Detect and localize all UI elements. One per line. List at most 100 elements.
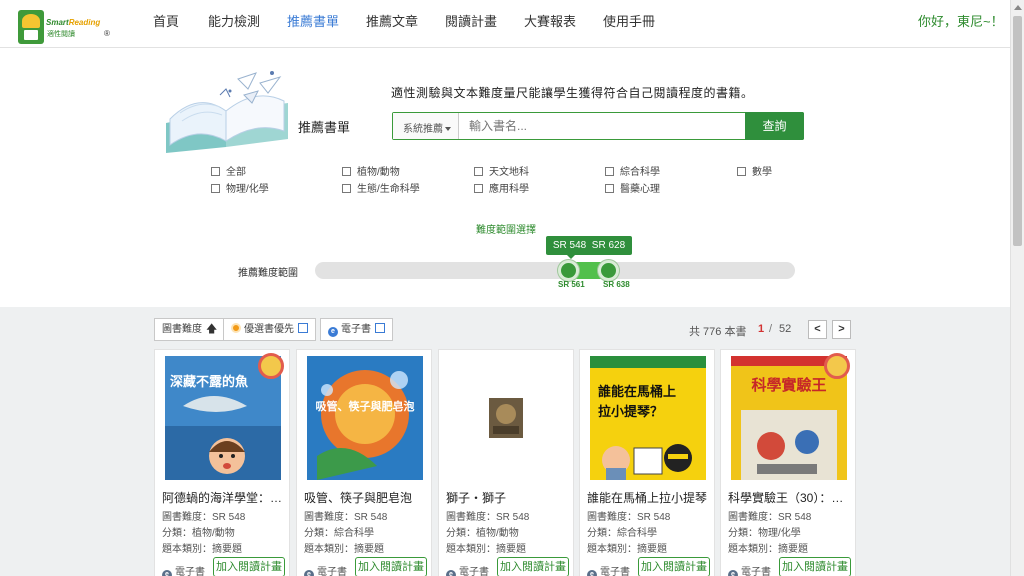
range-handle-low[interactable] — [558, 260, 579, 281]
nav-item-contest-report[interactable]: 大賽報表 — [524, 11, 576, 30]
top-nav: SmartReading 適性閱讀 ® 首頁 能力檢測 推薦書單 推薦文章 閱讀… — [0, 0, 1010, 48]
add-to-reading-plan-button[interactable]: 加入閱讀計畫 — [779, 557, 851, 576]
range-low-value: SR 561 — [558, 280, 585, 289]
scroll-up-icon[interactable] — [1014, 5, 1022, 10]
category-general-science-checkbox[interactable]: 綜合科學 — [605, 163, 660, 178]
checkbox-icon[interactable] — [211, 184, 220, 193]
category-applied-science-checkbox[interactable]: 應用科學 — [474, 180, 529, 195]
logo-mark-icon — [18, 10, 44, 44]
book-title[interactable]: 獅子・獅子 — [446, 489, 570, 506]
total-pages: 52 — [779, 323, 792, 335]
cover-title-text: 吸管、筷子與肥皂泡 — [316, 399, 415, 413]
chevron-down-icon — [445, 127, 451, 132]
logo-registered-mark: ® — [104, 29, 110, 38]
category-ecology-life-science-checkbox[interactable]: 生態/生命科學 — [342, 180, 420, 195]
nav-item-reading-plan[interactable]: 閱讀計畫 — [445, 11, 497, 30]
book-title[interactable]: 誰能在馬桶上拉小提琴 — [587, 489, 711, 506]
ebook-icon: e — [162, 570, 172, 576]
checkbox-icon[interactable] — [375, 323, 385, 333]
book-question-type: 題本類別：摘要題 — [587, 544, 667, 555]
book-cover-image[interactable]: 誰能在馬桶上拉小提琴？ — [590, 356, 706, 480]
user-greeting[interactable]: 你好，東尼~！ — [918, 11, 1004, 30]
cover-title-text: 深藏不露的魚 — [170, 374, 248, 390]
search-bar: 系統推薦 查詢 — [392, 112, 804, 140]
book-card[interactable]: 深藏不露的魚 阿德蝸的海洋學堂：躲藏不露的魚 圖書難度：SR 548 分類：植物… — [154, 349, 290, 576]
add-to-reading-plan-button[interactable]: 加入閱讀計畫 — [355, 557, 427, 576]
checkbox-icon[interactable] — [211, 167, 220, 176]
book-results-section: 圖書難度 🡅 優選書優先 e 電子書 共 776 本書 1 / 52 < > 深藏不… — [0, 307, 1010, 576]
book-difficulty: 圖書難度：SR 548 — [162, 512, 246, 523]
checkbox-icon[interactable] — [737, 167, 746, 176]
category-medicine-psychology-checkbox[interactable]: 醫藥心理 — [605, 180, 660, 195]
checkbox-icon[interactable] — [342, 167, 351, 176]
book-question-type: 題本類別：摘要題 — [446, 544, 526, 555]
range-tooltip: SR 548 SR 628 — [546, 236, 632, 259]
book-count: 共 776 本書 — [689, 326, 747, 338]
checkbox-icon[interactable] — [474, 184, 483, 193]
book-difficulty: 圖書難度：SR 548 — [728, 512, 812, 523]
category-physics-chemistry-checkbox[interactable]: 物理/化學 — [211, 180, 269, 195]
book-category: 分類：植物/動物 — [446, 528, 519, 539]
current-page: 1 — [758, 323, 765, 335]
nav-item-recommended-articles[interactable]: 推薦文章 — [366, 11, 418, 30]
book-card[interactable]: 科學實驗王 科學實驗王（30）：電磁與磁浮 圖書難度：SR 548 分類：物理/… — [720, 349, 856, 576]
scrollbar-thumb[interactable] — [1013, 16, 1022, 246]
difficulty-range-slider[interactable] — [315, 260, 795, 281]
ebook-icon: e — [728, 570, 738, 576]
book-question-type: 題本類別：摘要題 — [162, 544, 242, 555]
logo-subtitle: 適性閱讀 — [47, 31, 75, 38]
add-to-reading-plan-button[interactable]: 加入閱讀計畫 — [213, 557, 285, 576]
book-title-search-input[interactable] — [461, 115, 741, 137]
category-plants-animals-checkbox[interactable]: 植物/動物 — [342, 163, 400, 178]
ebook-icon: e — [587, 570, 597, 576]
checkbox-icon[interactable] — [342, 184, 351, 193]
book-question-type: 題本類別：摘要題 — [304, 544, 384, 555]
cover-title-text: 科學實驗王 — [751, 376, 826, 394]
nav-item-home[interactable]: 首頁 — [153, 11, 179, 30]
book-cover-image[interactable] — [449, 356, 565, 480]
ebook-tag: e 電子書 — [728, 563, 771, 576]
sort-by-difficulty-button[interactable]: 圖書難度 🡅 — [154, 318, 226, 341]
ebook-icon: e — [328, 327, 338, 337]
book-card[interactable]: 誰能在馬桶上拉小提琴？ 誰能在馬桶上拉小提琴 圖書難度：SR 548 分類：綜合… — [579, 349, 715, 576]
logo-name: SmartReading — [46, 18, 101, 27]
category-math-checkbox[interactable]: 數學 — [737, 163, 772, 178]
priority-badge-icon — [231, 323, 241, 333]
range-handle-high[interactable] — [598, 260, 619, 281]
site-logo[interactable]: SmartReading 適性閱讀 ® — [18, 8, 114, 48]
ebook-filter-toggle[interactable]: e 電子書 — [320, 318, 393, 341]
ebook-icon: e — [304, 570, 314, 576]
book-category: 分類：綜合科學 — [587, 528, 657, 539]
book-title[interactable]: 吸管、筷子與肥皂泡 — [304, 489, 428, 506]
book-title[interactable]: 科學實驗王（30）：電磁與磁浮 — [728, 489, 852, 506]
nav-item-ability-test[interactable]: 能力檢測 — [208, 11, 260, 30]
book-cover-image[interactable]: 吸管、筷子與肥皂泡 — [307, 356, 423, 480]
category-astronomy-earth-checkbox[interactable]: 天文地科 — [474, 163, 529, 178]
ebook-icon: e — [446, 570, 456, 576]
ebook-tag: e 電子書 — [587, 563, 630, 576]
recommend-type-select[interactable]: 系統推薦 — [393, 113, 459, 139]
add-to-reading-plan-button[interactable]: 加入閱讀計畫 — [497, 557, 569, 576]
page-scrollbar[interactable] — [1010, 0, 1024, 576]
book-difficulty: 圖書難度：SR 548 — [304, 512, 388, 523]
checkbox-icon[interactable] — [474, 167, 483, 176]
nav-item-user-manual[interactable]: 使用手冊 — [603, 11, 655, 30]
book-category: 分類：綜合科學 — [304, 528, 374, 539]
tagline: 適性測驗與文本難度量尺能讓學生獲得符合自己閱讀程度的書籍。 — [391, 86, 754, 100]
checkbox-icon[interactable] — [605, 167, 614, 176]
search-panel: 適性測驗與文本難度量尺能讓學生獲得符合自己閱讀程度的書籍。 推薦書單 系統推薦 … — [0, 49, 1010, 307]
ebook-tag: e 電子書 — [446, 563, 489, 576]
search-button[interactable]: 查詢 — [745, 112, 804, 140]
book-title[interactable]: 阿德蝸的海洋學堂：躲藏不露的魚 — [162, 489, 286, 506]
nav-item-recommended-books[interactable]: 推薦書單 — [287, 11, 339, 30]
add-to-reading-plan-button[interactable]: 加入閱讀計畫 — [638, 557, 710, 576]
priority-books-first-toggle[interactable]: 優選書優先 — [223, 318, 316, 341]
award-ribbon-icon — [824, 353, 850, 379]
checkbox-icon[interactable] — [605, 184, 614, 193]
category-all-checkbox[interactable]: 全部 — [211, 163, 246, 178]
next-page-button[interactable]: > — [832, 320, 851, 339]
checkbox-icon[interactable] — [298, 323, 308, 333]
book-card[interactable]: 獅子・獅子 圖書難度：SR 548 分類：植物/動物 題本類別：摘要題 e 電子書… — [438, 349, 574, 576]
prev-page-button[interactable]: < — [808, 320, 827, 339]
book-card[interactable]: 吸管、筷子與肥皂泡 吸管、筷子與肥皂泡 圖書難度：SR 548 分類：綜合科學 … — [296, 349, 432, 576]
